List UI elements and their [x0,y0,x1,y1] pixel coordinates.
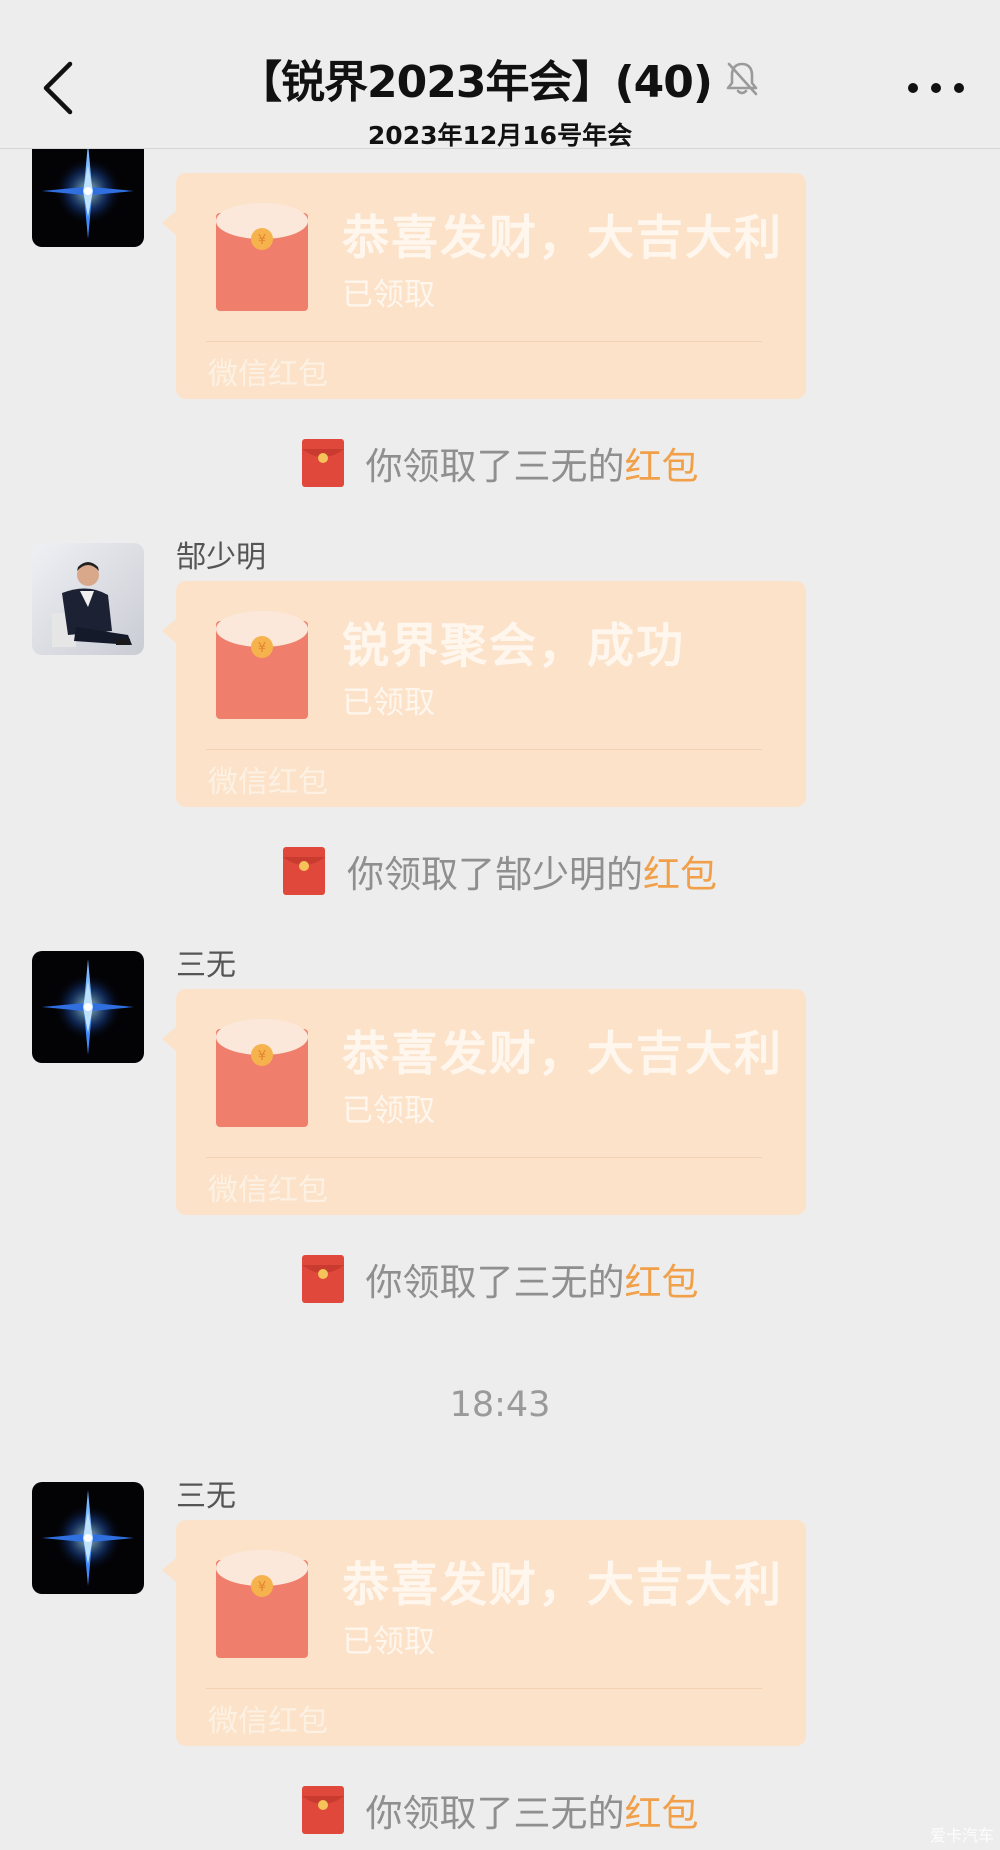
receipt-text: 你领取了三无的 [365,445,625,488]
receipt-notice: 你领取了三无的红包 [0,1252,1000,1306]
red-packet-status: 已领取 [342,685,435,721]
receipt-notice: 你领取了三无的红包 [0,436,1000,490]
red-envelope-icon: ¥ [216,611,308,719]
svg-text:¥: ¥ [258,1580,266,1595]
red-packet-status: 已领取 [342,1624,435,1660]
sender-name: 三无 [176,1479,236,1514]
red-packet-link[interactable]: 红包 [643,853,717,896]
red-packet-link[interactable]: 红包 [625,1261,699,1304]
title-area[interactable]: 【锐界2023年会】(40) 2023年12月16号年会 [0,46,1000,152]
red-envelope-icon [283,847,325,895]
svg-text:¥: ¥ [258,641,266,656]
watermark: 爱卡汽车 [929,1826,994,1845]
sender-name: 郜少明 [176,540,266,575]
divider [206,749,762,750]
more-dots-icon[interactable] [908,78,964,98]
receipt-notice: 你领取了三无的红包 [0,1783,1000,1837]
red-envelope-icon [301,1255,344,1303]
divider [206,1688,762,1689]
red-packet-blessing: 锐界聚会，成功 [342,619,685,674]
red-envelope-icon [301,1786,344,1834]
red-envelope-icon [301,439,344,487]
chat-title: 【锐界2023年会】(40) [238,57,713,108]
red-envelope-icon: ¥ [216,1019,308,1127]
red-envelope-icon: ¥ [216,1550,308,1658]
red-packet-message[interactable]: ¥ 恭喜发财，大吉大利 已领取 微信红包 [162,989,806,1215]
sender-name: 三无 [176,948,236,983]
red-packet-blessing: 恭喜发财，大吉大利 [342,211,783,266]
avatar[interactable] [32,951,144,1063]
red-envelope-icon: ¥ [216,203,308,311]
chat-timestamp: 18:43 [449,1385,551,1425]
chat-header: 【锐界2023年会】(40) 2023年12月16号年会 [0,0,1000,152]
receipt-text: 你领取了郜少明的 [347,853,643,896]
chat-area[interactable]: ¥ 恭喜发财，大吉大利 已领取 微信红包 你领取了三无的红包 郜少明 ¥ 锐界聚… [0,0,1000,1850]
receipt-notice: 你领取了郜少明的红包 [0,844,1000,898]
avatar[interactable] [32,543,144,655]
red-packet-footer: 微信红包 [208,357,328,392]
red-packet-blessing: 恭喜发财，大吉大利 [342,1558,783,1613]
receipt-text: 你领取了三无的 [365,1792,625,1835]
svg-text:¥: ¥ [258,233,266,248]
chat-subtitle: 2023年12月16号年会 [367,121,633,150]
red-packet-footer: 微信红包 [208,765,328,800]
red-packet-message[interactable]: ¥ 锐界聚会，成功 已领取 微信红包 [162,581,806,807]
red-packet-status: 已领取 [342,277,435,313]
divider [206,341,762,342]
red-packet-message[interactable]: ¥ 恭喜发财，大吉大利 已领取 微信红包 [162,1520,806,1746]
avatar[interactable] [32,1482,144,1594]
divider [206,1157,762,1158]
red-packet-footer: 微信红包 [208,1173,328,1208]
red-packet-message[interactable]: ¥ 恭喜发财，大吉大利 已领取 微信红包 [162,173,806,399]
svg-text:¥: ¥ [258,1049,266,1064]
red-packet-footer: 微信红包 [208,1704,328,1739]
red-packet-link[interactable]: 红包 [625,1792,699,1835]
bell-slash-icon [726,62,758,96]
receipt-text: 你领取了三无的 [365,1261,625,1304]
red-packet-status: 已领取 [342,1093,435,1129]
red-packet-link[interactable]: 红包 [625,445,699,488]
red-packet-blessing: 恭喜发财，大吉大利 [342,1027,783,1082]
